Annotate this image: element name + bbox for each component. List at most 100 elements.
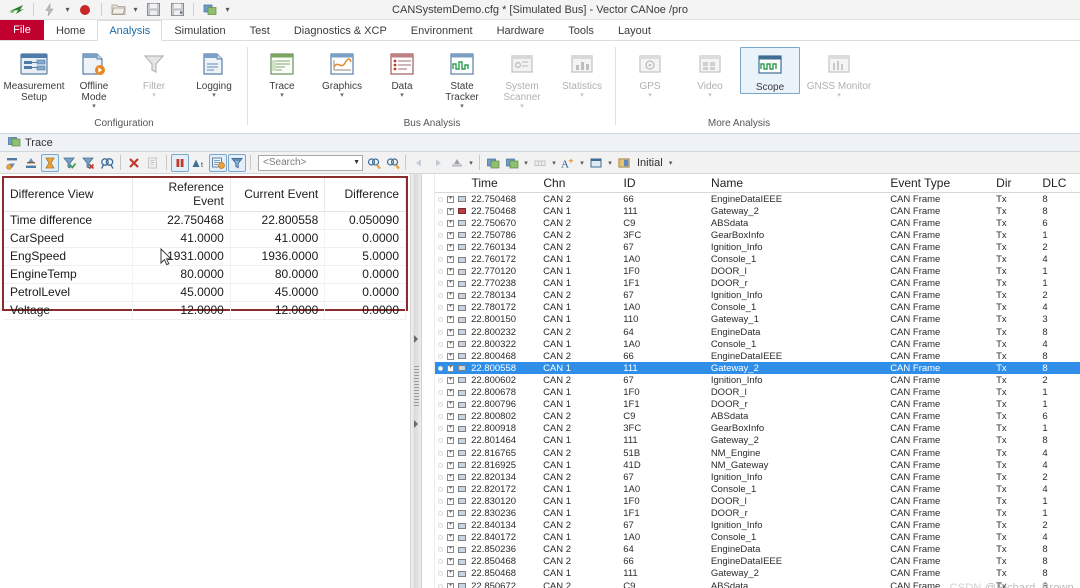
table-row[interactable]: +22.800468 CAN 2 66 EngineDataIEEE CAN Frame… [435,350,1080,362]
tab-analysis[interactable]: Analysis [97,20,163,41]
expand-row-icon[interactable]: + [445,280,456,288]
scroll-to-bottom-icon[interactable] [22,154,40,172]
ribbon-button-video[interactable]: Video ▾ [680,47,740,99]
record-icon[interactable] [74,1,96,19]
expand-row-icon[interactable]: + [445,256,456,264]
table-row[interactable]: +22.770120 CAN 1 1F0 DOOR_l CAN Frame Tx 1 [435,266,1080,278]
expand-row-icon[interactable]: + [445,473,456,481]
table-row[interactable]: +22.830120 CAN 1 1F0 DOOR_l CAN Frame Tx 1 [435,495,1080,507]
clear-icon[interactable] [125,154,143,172]
chevron-down-icon[interactable]: ▾ [340,92,344,99]
chevron-down-icon[interactable]: ▼ [353,159,360,166]
start-measurement-dropdown[interactable]: ▾ [63,5,72,14]
expand-row-icon[interactable]: + [445,485,456,493]
ribbon-button-offline-mode[interactable]: Offline Mode ▾ [64,47,124,110]
tab-layout[interactable]: Layout [606,20,663,40]
expand-row-icon[interactable]: + [445,376,456,384]
splitter-grip[interactable] [414,366,419,406]
layout-dropdown-caret[interactable]: ▾ [667,159,675,167]
chevron-down-icon[interactable]: ▾ [580,92,584,99]
trace-col-name[interactable]: Name [707,176,886,190]
copy-window-icon[interactable] [199,1,221,19]
ribbon-button-statistics[interactable]: Statistics ▾ [552,47,612,99]
nav-forward-icon[interactable] [429,154,447,172]
chevron-down-icon[interactable]: ▾ [400,92,404,99]
expand-row-icon[interactable]: + [445,509,456,517]
tab-home[interactable]: Home [44,20,97,40]
table-row[interactable]: +22.800678 CAN 1 1F0 DOOR_l CAN Frame Tx 1 [435,387,1080,399]
ribbon-button-logging[interactable]: Logging ▾ [184,47,244,99]
trace-col-time[interactable]: Time [467,176,539,190]
table-row[interactable]: +22.850468 CAN 1 111 Gateway_2 CAN Frame Tx 8 [435,568,1080,580]
expand-row-icon[interactable]: + [445,437,456,445]
ribbon-button-gps[interactable]: GPS ▾ [620,47,680,99]
table-row[interactable]: +22.800558 CAN 1 111 Gateway_2 CAN Frame Tx 8 [435,362,1080,375]
expand-row-icon[interactable]: + [445,219,456,227]
chevron-down-icon[interactable]: ▾ [708,92,712,99]
table-row[interactable]: +22.800796 CAN 1 1F1 DOOR_r CAN Frame Tx 1 [435,399,1080,411]
table-row[interactable]: +22.780172 CAN 1 1A0 Console_1 CAN Frame Tx 4 [435,302,1080,314]
table-row[interactable]: +22.850236 CAN 2 64 EngineData CAN Frame Tx 8 [435,544,1080,556]
ribbon-button-system-scanner[interactable]: System Scanner ▾ [492,47,552,110]
save-icon[interactable] [142,1,164,19]
chevron-down-icon[interactable]: ▾ [648,92,652,99]
table-row[interactable]: +22.770238 CAN 1 1F1 DOOR_r CAN Frame Tx 1 [435,278,1080,290]
expand-row-icon[interactable]: + [445,522,456,530]
chevron-down-icon[interactable]: ▾ [152,92,156,99]
freeze-scroll-icon[interactable] [41,153,59,172]
expand-row-icon[interactable]: + [445,304,456,312]
chevron-down-icon[interactable]: ▾ [460,103,464,110]
table-row[interactable]: +22.801464 CAN 1 111 Gateway_2 CAN Frame Tx 8 [435,435,1080,447]
expand-row-icon[interactable]: + [445,364,456,372]
difference-view-col-name[interactable]: Difference View [4,178,134,212]
expand-row-icon[interactable]: + [445,316,456,324]
export-icon[interactable] [484,154,502,172]
remove-filter-icon[interactable] [79,154,97,172]
expand-row-icon[interactable]: + [445,243,456,251]
export-to-file-icon[interactable] [503,154,521,172]
columns-icon[interactable] [531,154,549,172]
table-row[interactable]: +22.780134 CAN 2 67 Ignition_Info CAN Frame T… [435,290,1080,302]
ribbon-button-filter[interactable]: Filter ▾ [124,47,184,99]
vector-logo-icon[interactable] [6,1,28,19]
chevron-down-icon[interactable]: ▾ [92,103,96,110]
splitter-collapse-left-icon[interactable] [414,335,418,344]
marker-icon[interactable] [448,154,466,172]
layout-icon[interactable] [615,154,633,172]
table-row[interactable]: +22.840172 CAN 1 1A0 Console_1 CAN Frame Tx 4 [435,532,1080,544]
table-row[interactable]: +22.800232 CAN 2 64 EngineData CAN Frame Tx 8 [435,326,1080,338]
difference-view-icon[interactable] [209,153,227,172]
expand-row-icon[interactable]: + [445,413,456,421]
scroll-to-top-icon[interactable] [3,154,21,172]
table-row[interactable]: +22.850468 CAN 2 66 EngineDataIEEE CAN Frame… [435,556,1080,568]
table-row[interactable]: +22.750468 CAN 2 66 EngineDataIEEE CAN Frame… [435,193,1080,205]
difference-view-row[interactable]: Voltage 12.0000 12.0000 0.0000 [4,301,406,320]
ribbon-button-gnss-monitor[interactable]: GNSS Monitor ▾ [800,47,878,99]
difference-view-col-difference[interactable]: Difference [324,178,406,212]
difference-view-row[interactable]: Time difference 22.750468 22.800558 0.05… [4,211,406,230]
ribbon-button-measurement-setup[interactable]: Measurement Setup [3,47,65,103]
expand-row-icon[interactable]: + [445,389,456,397]
tab-file[interactable]: File [0,20,44,40]
search-prev-icon[interactable] [364,154,382,172]
expand-row-icon[interactable]: + [445,461,456,469]
expand-row-icon[interactable]: + [445,534,456,542]
open-config-icon[interactable] [107,1,129,19]
ribbon-button-scope[interactable]: Scope [740,47,800,94]
table-row[interactable]: +22.750670 CAN 2 C9 ABSdata CAN Frame Tx 6 [435,217,1080,229]
chevron-down-icon[interactable]: ▾ [520,103,524,110]
ribbon-button-trace[interactable]: Trace ▾ [252,47,312,99]
chevron-down-icon[interactable]: ▾ [280,92,284,99]
expand-row-icon[interactable]: + [445,328,456,336]
tab-tools[interactable]: Tools [556,20,606,40]
table-row[interactable]: +22.800602 CAN 2 67 Ignition_Info CAN Frame T… [435,374,1080,386]
expand-row-icon[interactable]: + [445,497,456,505]
nav-back-icon[interactable] [410,154,428,172]
table-row[interactable]: +22.820134 CAN 2 67 Ignition_Info CAN Frame T… [435,471,1080,483]
search-next-icon[interactable] [383,154,401,172]
filter-config-icon[interactable] [228,153,246,172]
trace-col-dlc[interactable]: DLC [1038,176,1080,190]
table-row[interactable]: +22.750468 CAN 1 111 Gateway_2 CAN Frame Tx 8 [435,205,1080,217]
trace-col-dir[interactable]: Dir [992,176,1038,190]
expand-row-icon[interactable]: + [445,401,456,409]
